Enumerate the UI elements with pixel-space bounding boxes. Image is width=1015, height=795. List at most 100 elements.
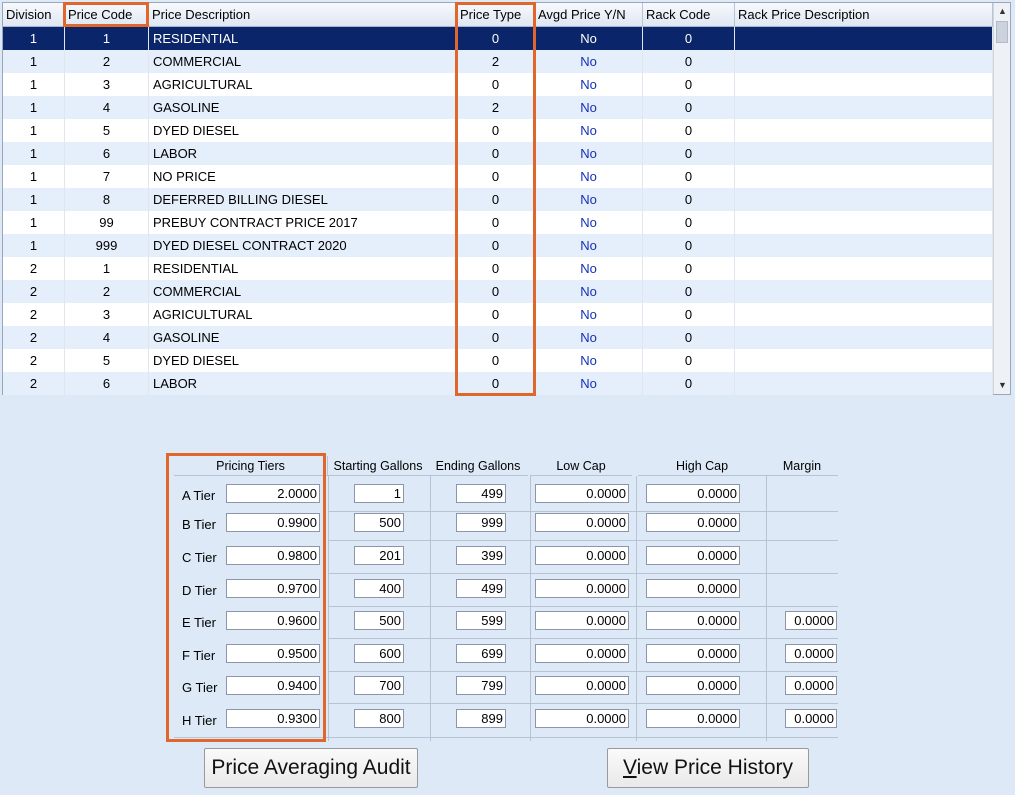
table-row[interactable]: 1 999 DYED DIESEL CONTRACT 2020 0 No 0 <box>3 234 993 257</box>
ending-gallons-input[interactable]: 599 <box>456 611 506 630</box>
starting-gallons-input[interactable]: 700 <box>354 676 404 695</box>
cell-rack-code[interactable]: 0 <box>643 119 735 142</box>
cell-rack-code[interactable]: 0 <box>643 50 735 73</box>
cell-rack-price-description[interactable] <box>735 142 993 165</box>
margin-input[interactable]: 0.0000 <box>785 709 837 728</box>
cell-rack-code[interactable]: 0 <box>643 257 735 280</box>
high-cap-input[interactable]: 0.0000 <box>646 611 740 630</box>
cell-rack-price-description[interactable] <box>735 303 993 326</box>
high-cap-input[interactable]: 0.0000 <box>646 579 740 598</box>
starting-gallons-input[interactable]: 1 <box>354 484 404 503</box>
tier-price-input[interactable]: 2.0000 <box>226 484 320 503</box>
ending-gallons-input[interactable]: 499 <box>456 579 506 598</box>
cell-avgd-price[interactable]: No <box>535 142 643 165</box>
cell-price-type[interactable]: 0 <box>457 326 535 349</box>
cell-rack-code[interactable]: 0 <box>643 142 735 165</box>
cell-price-description[interactable]: AGRICULTURAL <box>149 73 457 96</box>
table-row[interactable]: 1 3 AGRICULTURAL 0 No 0 <box>3 73 993 96</box>
cell-price-description[interactable]: AGRICULTURAL <box>149 303 457 326</box>
cell-avgd-price[interactable]: No <box>535 50 643 73</box>
cell-rack-price-description[interactable] <box>735 349 993 372</box>
col-header-price-code[interactable]: Price Code <box>65 3 149 27</box>
scroll-down-arrow-icon[interactable]: ▼ <box>994 377 1011 394</box>
cell-price-code[interactable]: 999 <box>65 234 149 257</box>
cell-division[interactable]: 1 <box>3 50 65 73</box>
cell-division[interactable]: 1 <box>3 165 65 188</box>
cell-price-type[interactable]: 0 <box>457 119 535 142</box>
cell-price-code[interactable]: 2 <box>65 50 149 73</box>
tier-price-input[interactable]: 0.9500 <box>226 644 320 663</box>
margin-input[interactable]: 0.0000 <box>785 611 837 630</box>
table-row[interactable]: 1 5 DYED DIESEL 0 No 0 <box>3 119 993 142</box>
cell-price-code[interactable]: 3 <box>65 73 149 96</box>
cell-rack-code[interactable]: 0 <box>643 303 735 326</box>
low-cap-input[interactable]: 0.0000 <box>535 513 629 532</box>
cell-division[interactable]: 1 <box>3 211 65 234</box>
ending-gallons-input[interactable]: 899 <box>456 709 506 728</box>
cell-avgd-price[interactable]: No <box>535 211 643 234</box>
cell-rack-price-description[interactable] <box>735 96 993 119</box>
starting-gallons-input[interactable]: 201 <box>354 546 404 565</box>
cell-avgd-price[interactable]: No <box>535 96 643 119</box>
cell-rack-price-description[interactable] <box>735 234 993 257</box>
cell-price-type[interactable]: 0 <box>457 349 535 372</box>
cell-division[interactable]: 2 <box>3 257 65 280</box>
cell-price-description[interactable]: COMMERCIAL <box>149 280 457 303</box>
cell-rack-code[interactable]: 0 <box>643 96 735 119</box>
cell-division[interactable]: 1 <box>3 142 65 165</box>
cell-price-description[interactable]: NO PRICE <box>149 165 457 188</box>
cell-price-description[interactable]: DYED DIESEL <box>149 119 457 142</box>
cell-rack-code[interactable]: 0 <box>643 211 735 234</box>
cell-price-description[interactable]: COMMERCIAL <box>149 50 457 73</box>
cell-price-code[interactable]: 7 <box>65 165 149 188</box>
cell-price-code[interactable]: 4 <box>65 96 149 119</box>
table-row[interactable]: 2 3 AGRICULTURAL 0 No 0 <box>3 303 993 326</box>
cell-avgd-price[interactable]: No <box>535 234 643 257</box>
cell-price-code[interactable]: 99 <box>65 211 149 234</box>
cell-rack-code[interactable]: 0 <box>643 326 735 349</box>
low-cap-input[interactable]: 0.0000 <box>535 644 629 663</box>
cell-avgd-price[interactable]: No <box>535 165 643 188</box>
col-header-avgd-price[interactable]: Avgd Price Y/N <box>535 3 643 27</box>
cell-rack-code[interactable]: 0 <box>643 280 735 303</box>
cell-rack-price-description[interactable] <box>735 280 993 303</box>
cell-division[interactable]: 2 <box>3 303 65 326</box>
cell-price-description[interactable]: LABOR <box>149 142 457 165</box>
cell-division[interactable]: 1 <box>3 73 65 96</box>
tier-price-input[interactable]: 0.9400 <box>226 676 320 695</box>
cell-rack-price-description[interactable] <box>735 27 993 50</box>
cell-price-code[interactable]: 4 <box>65 326 149 349</box>
cell-avgd-price[interactable]: No <box>535 303 643 326</box>
cell-rack-code[interactable]: 0 <box>643 372 735 395</box>
cell-price-code[interactable]: 1 <box>65 257 149 280</box>
cell-price-description[interactable]: GASOLINE <box>149 326 457 349</box>
low-cap-input[interactable]: 0.0000 <box>535 484 629 503</box>
cell-rack-code[interactable]: 0 <box>643 165 735 188</box>
starting-gallons-input[interactable]: 800 <box>354 709 404 728</box>
cell-avgd-price[interactable]: No <box>535 372 643 395</box>
col-header-price-description[interactable]: Price Description <box>149 3 457 27</box>
cell-rack-price-description[interactable] <box>735 188 993 211</box>
tier-price-input[interactable]: 0.9300 <box>226 709 320 728</box>
cell-price-type[interactable]: 0 <box>457 257 535 280</box>
cell-rack-price-description[interactable] <box>735 372 993 395</box>
scroll-up-arrow-icon[interactable]: ▲ <box>994 3 1011 20</box>
cell-division[interactable]: 1 <box>3 27 65 50</box>
cell-rack-code[interactable]: 0 <box>643 188 735 211</box>
cell-price-description[interactable]: DEFERRED BILLING DIESEL <box>149 188 457 211</box>
table-row[interactable]: 1 1 RESIDENTIAL 0 No 0 <box>3 27 993 50</box>
cell-division[interactable]: 1 <box>3 96 65 119</box>
starting-gallons-input[interactable]: 500 <box>354 513 404 532</box>
cell-price-type[interactable]: 2 <box>457 50 535 73</box>
cell-rack-price-description[interactable] <box>735 326 993 349</box>
tier-price-input[interactable]: 0.9600 <box>226 611 320 630</box>
cell-avgd-price[interactable]: No <box>535 188 643 211</box>
cell-rack-price-description[interactable] <box>735 50 993 73</box>
cell-division[interactable]: 2 <box>3 372 65 395</box>
cell-rack-price-description[interactable] <box>735 73 993 96</box>
cell-price-type[interactable]: 0 <box>457 211 535 234</box>
ending-gallons-input[interactable]: 999 <box>456 513 506 532</box>
table-row[interactable]: 2 6 LABOR 0 No 0 <box>3 372 993 395</box>
cell-price-type[interactable]: 0 <box>457 165 535 188</box>
low-cap-input[interactable]: 0.0000 <box>535 546 629 565</box>
